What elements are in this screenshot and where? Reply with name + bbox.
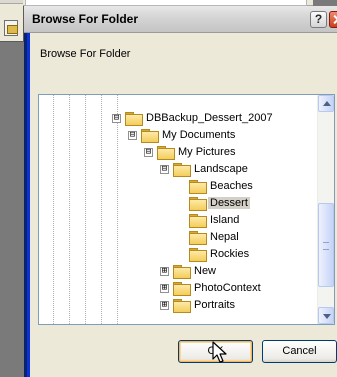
close-button[interactable]: [329, 11, 337, 28]
dialog-title: Browse For Folder: [32, 12, 139, 26]
folder-icon: [189, 180, 207, 194]
expand-icon[interactable]: ⊞: [160, 266, 169, 276]
vertical-scrollbar[interactable]: [317, 95, 334, 324]
collapse-icon[interactable]: ⊟: [112, 113, 121, 123]
folder-icon: [189, 231, 207, 245]
tree-node-label: PhotoContext: [194, 282, 261, 294]
tree-node-label: My Documents: [162, 129, 236, 141]
folder-icon: [173, 265, 191, 279]
tree-node-label: New: [194, 265, 217, 277]
tree-node[interactable]: ⊞ PhotoContext: [160, 280, 263, 296]
tree-node[interactable]: Nepal: [189, 229, 241, 245]
folder-icon: [157, 146, 175, 160]
tree-node[interactable]: ⊞ Portraits: [160, 297, 237, 313]
tree-node-label: Landscape: [194, 163, 248, 175]
expand-icon[interactable]: ⊞: [160, 300, 169, 310]
folder-icon: [141, 129, 159, 143]
tree-node-label: Dessert: [208, 197, 250, 209]
folder-tree[interactable]: ⊟ DBBackup_Dessert_2007 ⊟ My Documents ⊟…: [38, 94, 335, 325]
title-bar[interactable]: Browse For Folder ?: [24, 6, 337, 33]
folder-icon: [173, 163, 191, 177]
tree-node[interactable]: ⊟ My Documents: [128, 127, 237, 143]
scroll-down-icon[interactable]: [318, 307, 334, 324]
folder-icon: [125, 112, 143, 126]
tree-node[interactable]: Island: [189, 212, 241, 228]
background-window: [0, 0, 24, 42]
tree-node[interactable]: ⊟ Landscape: [160, 161, 250, 177]
folder-icon: [189, 248, 207, 262]
tree-node-label: Island: [210, 214, 240, 226]
cancel-button[interactable]: Cancel: [262, 340, 337, 363]
tree-node[interactable]: Rockies: [189, 246, 251, 262]
tree-node-label: Nepal: [210, 231, 239, 243]
tree-node[interactable]: ⊟ DBBackup_Dessert_2007: [112, 110, 275, 126]
background-app-icon: [4, 20, 18, 36]
tree-node-label: My Pictures: [178, 146, 236, 158]
scroll-up-icon[interactable]: [318, 95, 334, 112]
folder-icon: [173, 299, 191, 313]
browse-for-folder-dialog: Browse For Folder ? Browse For Folder ⊟ …: [24, 6, 337, 377]
tree-node-label: DBBackup_Dessert_2007: [146, 112, 273, 124]
tree-node-selected[interactable]: Dessert: [189, 195, 250, 211]
folder-icon: [189, 197, 207, 211]
folder-icon: [189, 214, 207, 228]
collapse-icon[interactable]: ⊟: [128, 130, 137, 140]
tree-guide-lines: [39, 95, 119, 324]
cursor-icon: [212, 341, 227, 363]
scrollbar-thumb[interactable]: [318, 203, 334, 287]
tree-node[interactable]: ⊟ My Pictures: [144, 144, 237, 160]
help-icon: ?: [314, 12, 323, 26]
dialog-caption: Browse For Folder: [40, 48, 131, 60]
tree-node[interactable]: Beaches: [189, 178, 255, 194]
tree-node-label: Rockies: [210, 248, 250, 260]
expand-icon[interactable]: ⊞: [160, 283, 169, 293]
tree-node-label: Beaches: [210, 180, 253, 192]
background-window-top: [0, 0, 24, 4]
tree-node[interactable]: ⊞ New: [160, 263, 218, 279]
help-button[interactable]: ?: [310, 11, 327, 28]
tree-node-label: Portraits: [194, 299, 235, 311]
folder-icon: [173, 282, 191, 296]
collapse-icon[interactable]: ⊟: [144, 147, 153, 157]
collapse-icon[interactable]: ⊟: [160, 164, 169, 174]
